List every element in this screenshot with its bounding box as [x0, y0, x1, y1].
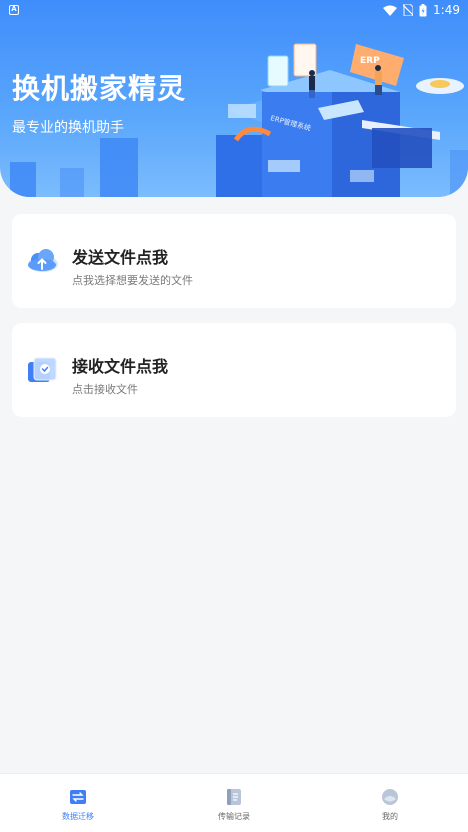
- send-file-description: 点我选择想要发送的文件: [72, 274, 193, 287]
- hero-banner: ERP管理系统 ERP 换机搬家精灵 最专业的换机助手: [0, 0, 468, 197]
- no-sim-icon: [403, 4, 414, 16]
- tab-transfer-record[interactable]: 传输记录: [156, 774, 312, 832]
- status-time: 1:49: [433, 3, 460, 17]
- app-notification-icon: A: [9, 5, 19, 15]
- send-file-card[interactable]: 发送文件点我 点我选择想要发送的文件: [12, 214, 456, 308]
- receive-file-icon: [28, 357, 57, 382]
- wifi-icon: [383, 5, 398, 16]
- tab-transfer-record-label: 传输记录: [218, 811, 250, 821]
- receive-file-title: 接收文件点我: [72, 357, 169, 376]
- status-bar: A 1:49: [0, 0, 468, 20]
- profile-icon: [382, 788, 398, 805]
- tab-data-migration-label: 数据迁移: [62, 811, 94, 821]
- cloud-upload-icon: [28, 249, 58, 272]
- battery-icon: [419, 3, 427, 16]
- receive-file-card[interactable]: 接收文件点我 点击接收文件: [12, 323, 456, 417]
- app-title: 换机搬家精灵: [12, 72, 187, 105]
- tab-profile[interactable]: 我的: [312, 774, 468, 832]
- data-migration-icon: [70, 789, 86, 804]
- send-file-title: 发送文件点我: [72, 248, 169, 267]
- transfer-record-icon: [227, 788, 241, 805]
- tab-profile-label: 我的: [382, 811, 398, 821]
- app-subtitle: 最专业的换机助手: [12, 120, 124, 136]
- tab-data-migration[interactable]: 数据迁移: [0, 774, 156, 832]
- bottom-nav: 数据迁移 传输记录 我的: [0, 773, 468, 832]
- receive-file-description: 点击接收文件: [72, 383, 138, 396]
- erp-sign-label: ERP: [360, 56, 380, 66]
